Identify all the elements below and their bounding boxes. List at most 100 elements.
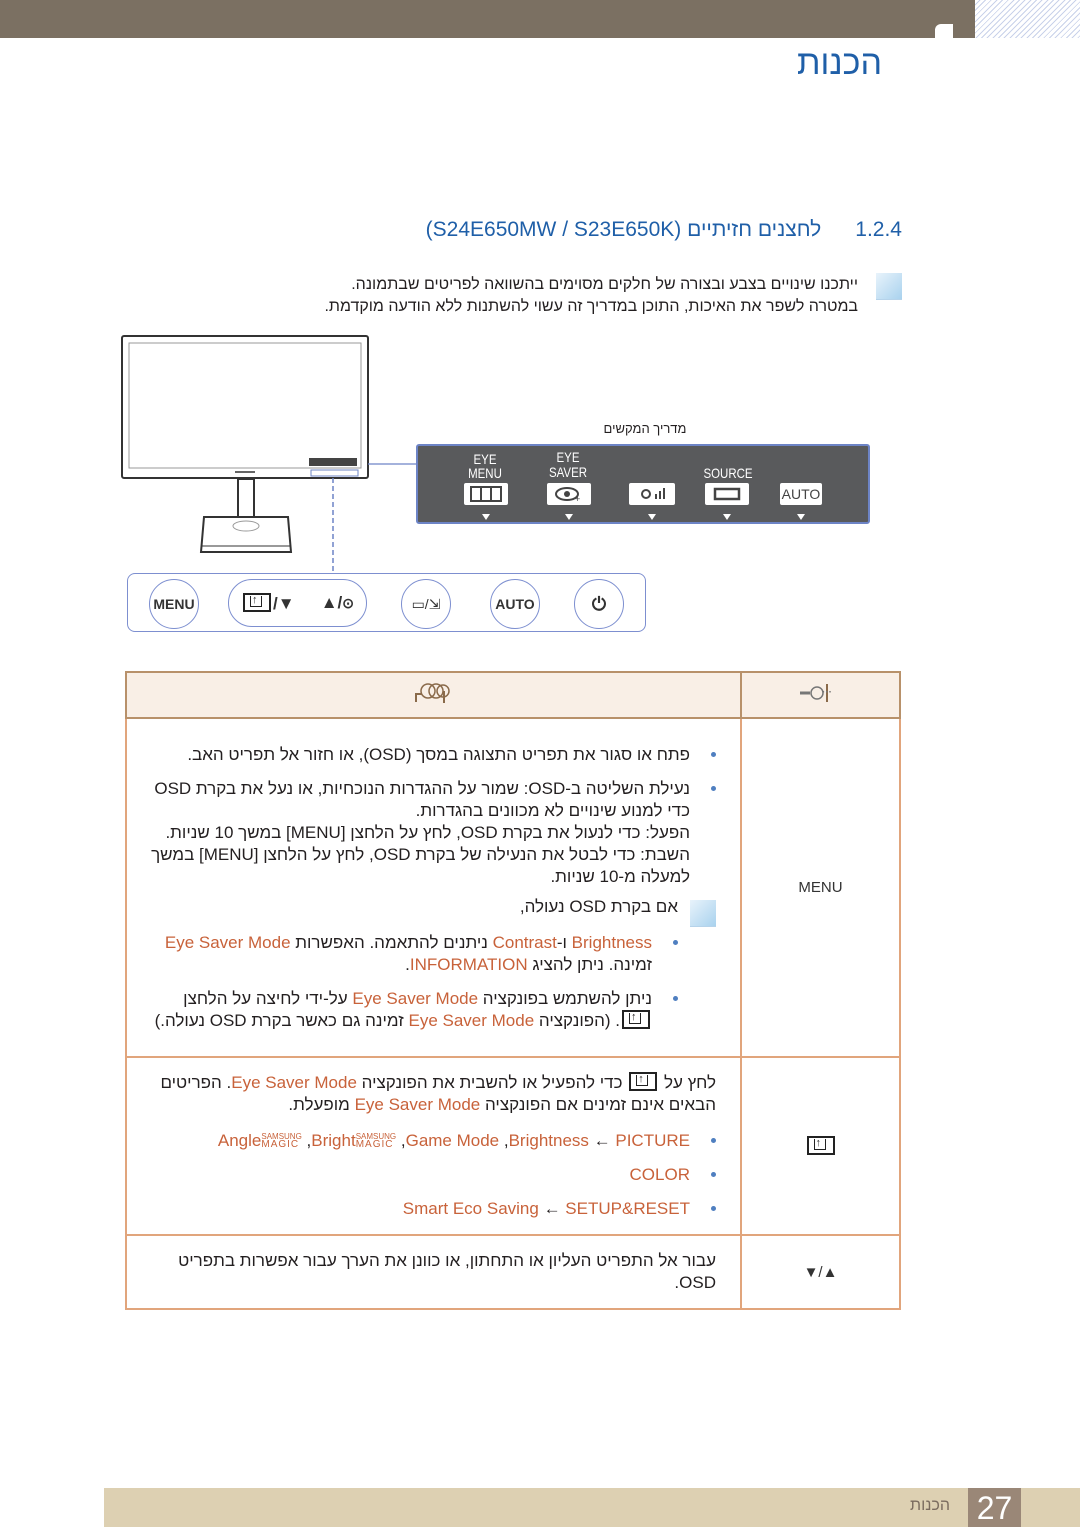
text-run: על-ידי לחיצה על הלחצן [183,988,353,1008]
up-label: ▲/ [320,593,343,612]
menu-term: Eye Saver Mode [408,1010,535,1030]
text-run: , [499,1131,509,1150]
table-row: ↑ לחץ על ↑ כדי להפעיל או להשבית את הפונק… [125,1056,901,1236]
button-description-table: ··· MENU פתח או סגור את תפריט התצוגה במס… [125,671,901,1310]
text-run: , [396,1131,406,1150]
rich-text: נעילת השליטה ב-OSD: שמור על ההגדרות הנוכ… [154,779,690,820]
note-body: אם בקרת OSD נעולה, Brightness ו-Contrast… [147,896,690,1032]
magic-label: Bright [311,1131,356,1150]
bullet-item: פתח או סגור את תפריט התצוגה במסך (OSD), … [147,744,716,766]
text-run: עבור אל התפריט העליון או התחתון, או כוונ… [178,1251,716,1292]
power-button[interactable]: ⏻ [574,579,624,629]
source-icon [705,483,749,505]
eye-saver-icon: + [547,483,591,505]
header-hatch-pattern [975,0,1080,38]
front-button-panel: MENU ↑/▼ ▲/⊙ ▭ / ⇲ AUTO ⏻ [127,573,646,632]
up-circle-group: ▲/⊙ [321,593,354,613]
rich-text: COLOR [630,1165,690,1184]
note-title: אם בקרת OSD נעולה, [519,896,678,916]
key-guide-label: מדריך המקשים [603,421,687,436]
text-run: ניתן להשתמש בפונקציה [478,988,652,1008]
bullet-item: נעילת השליטה ב-OSD: שמור על ההגדרות הנוכ… [147,778,716,888]
magic-bright: SAMSUNG MAGIC Bright [311,1131,396,1150]
arrow-down-icon [648,514,656,520]
text-run: ← [538,1199,566,1218]
down-label: /▼ [273,593,295,613]
page-number: 27 [968,1488,1021,1527]
key-eye-saver: ↑ [740,1056,901,1236]
section-heading: 1.2.4 לחצנים חזיתיים (S24E650MW / S23E650… [392,218,902,242]
menu-term: Eye Saver Mode [352,988,479,1008]
magic-bottom: MAGIC [355,1139,394,1150]
samsung-magic-logo: SAMSUNG MAGIC [261,1133,301,1150]
key-column-header: ··· [740,671,901,719]
eye-saver-down-group: ↑/▼ [241,592,295,614]
rich-text: Brightness ו-Contrast ניתנים להתאמה. האפ… [165,933,652,974]
intro-line: ייתכנו שינויים בצבע ובצורה של חלקים מסוי… [351,276,858,293]
key-up-down: ▲/▼ [740,1234,901,1310]
text-run: . (הפונקציה [534,1010,620,1030]
arrow-down-icon [482,514,490,520]
rich-text: PICTURE ← Brightness, Game Mode, SAMSUNG… [218,1131,690,1150]
guide-label-menu: MENU [468,465,502,481]
menu-term: Eye Saver Mode [354,1095,481,1114]
menu-term: INFORMATION [409,954,528,974]
section-title: לחצנים חזיתיים (S24E650MW / S23E650K) [425,218,822,241]
menu-term: Eye Saver Mode [164,932,291,952]
eye-saver-down-up-button[interactable]: ↑/▼ ▲/⊙ [228,579,367,627]
guide-label-eye: EYE [556,449,580,465]
menu-term: Eye Saver Mode [231,1073,357,1092]
auto-button[interactable]: AUTO [490,579,540,629]
menu-term: COLOR [629,1165,690,1184]
text-run: לחץ על [659,1073,716,1092]
menu-term: Game Mode [405,1131,500,1150]
text-run: זמינה. ניתן להציג [527,954,652,974]
circle-icon: ⊙ [342,595,354,611]
text-run: , [301,1131,312,1150]
text-run: זמינה גם כאשר בקרת OSD נעולה.) [154,1010,409,1030]
text-run: כדי להפעיל או להשבית את הפונקציה [356,1073,628,1092]
guide-label-source: SOURCE [703,465,753,481]
bullet-item: ניתן להשתמש בפונקציה Eye Saver Mode על-י… [147,988,678,1032]
description-up-down: עבור אל התפריט העליון או התחתון, או כוונ… [125,1234,742,1310]
section-number: 1.2.4 [855,218,902,241]
magic-label: Angle [217,1131,262,1150]
text-run: ניתנים להתאמה. האפשרות [290,932,493,952]
table-row: MENU פתח או סגור את תפריט התצוגה במסך (O… [125,717,901,1058]
menu-term: Brightness [508,1131,589,1150]
source-button[interactable]: ▭ / ⇲ [401,579,451,629]
svg-text:+: + [575,494,580,503]
auto-icon: AUTO [780,483,822,505]
header-notch [935,24,953,38]
brightness-volume-icon [629,483,675,505]
bullet-item: Brightness ו-Contrast ניתנים להתאמה. האפ… [147,932,678,976]
guide-label-saver: SAVER [548,464,588,480]
magic-bottom: MAGIC [261,1139,300,1150]
table-row: ▲/▼ עבור אל התפריט העליון או התחתון, או … [125,1234,901,1310]
header-bar [0,0,975,38]
enable-lock-line: הפעל: כדי לנעול את בקרת OSD, לחץ על הלחצ… [165,822,690,842]
intro-line: במטרה לשפר את האיכות, התוכן במדריך זה עש… [324,298,858,315]
eye-saver-icon: ↑ [806,1136,835,1155]
samsung-magic-logo: SAMSUNG MAGIC [355,1133,396,1150]
menu-term: SETUP&RESET [565,1199,690,1218]
footer-chapter-label: הכנות [910,1497,950,1514]
menu-button[interactable]: MENU [149,579,199,629]
key-menu: MENU [740,717,901,1058]
rich-text: ניתן להשתמש בפונקציה Eye Saver Mode על-י… [155,989,652,1030]
menu-term: Smart Eco Saving [402,1199,539,1218]
text-run: ו- [556,932,572,952]
rich-text: SETUP&RESET ← Smart Eco Saving [403,1199,690,1218]
text-run: פתח או סגור את תפריט התצוגה במסך (OSD), … [187,744,690,764]
key-guide-osd: EYE MENU EYE SAVER SOURCE + AUTO [416,444,870,524]
eye-saver-icon: ↑ [622,1009,650,1029]
note-icon [876,273,902,300]
menu-term: Brightness [571,932,652,952]
text-run: ← [588,1131,616,1150]
table-header-row: ··· [125,671,901,719]
magic-angle: SAMSUNG MAGIC Angle [218,1131,302,1150]
intro-note: ייתכנו שינויים בצבע ובצורה של חלקים מסוי… [258,274,858,318]
description-icon [414,682,450,703]
description-eye-saver: לחץ על ↑ כדי להפעיל או להשבית את הפונקצי… [125,1056,742,1236]
rich-text: עבור אל התפריט העליון או התחתון, או כוונ… [147,1250,716,1294]
